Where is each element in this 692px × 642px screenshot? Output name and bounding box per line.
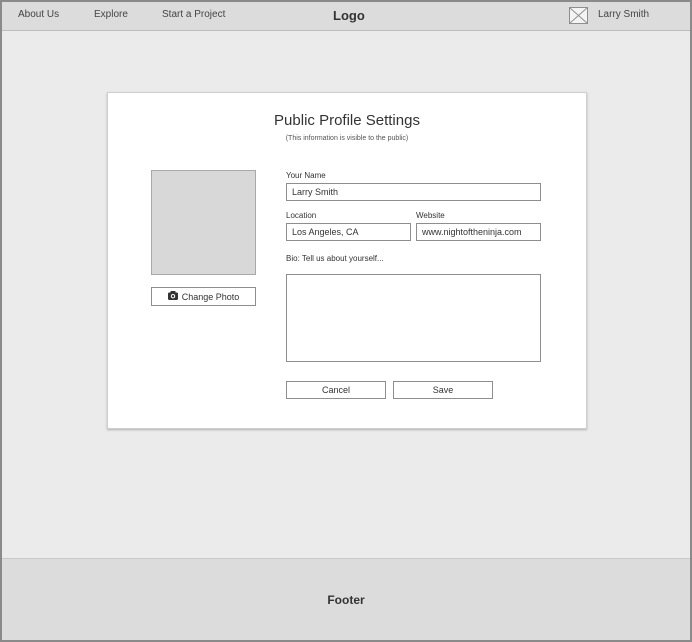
page-frame: About Us Explore Start a Project Logo La… xyxy=(0,0,692,642)
nav-link-explore[interactable]: Explore xyxy=(94,9,128,20)
image-placeholder-icon xyxy=(570,8,587,23)
profile-photo-placeholder xyxy=(151,170,256,275)
bio-textarea[interactable] xyxy=(286,274,541,362)
website-label: Website xyxy=(416,211,445,220)
cancel-button[interactable]: Cancel xyxy=(286,381,386,399)
nav-link-start-a-project[interactable]: Start a Project xyxy=(162,9,225,20)
page-title: Public Profile Settings xyxy=(274,112,420,129)
save-button[interactable]: Save xyxy=(393,381,493,399)
user-name-link[interactable]: Larry Smith xyxy=(598,9,649,20)
profile-settings-card: Public Profile Settings (This informatio… xyxy=(107,92,587,429)
top-navigation-bar: About Us Explore Start a Project Logo La… xyxy=(2,2,690,31)
bio-label: Bio: Tell us about yourself... xyxy=(286,254,384,263)
name-input[interactable] xyxy=(286,183,541,201)
website-input[interactable] xyxy=(416,223,541,241)
logo[interactable]: Logo xyxy=(333,8,365,23)
location-input[interactable] xyxy=(286,223,411,241)
change-photo-label: Change Photo xyxy=(181,291,240,302)
user-avatar[interactable] xyxy=(569,7,588,24)
name-label: Your Name xyxy=(286,171,326,180)
nav-link-about-us[interactable]: About Us xyxy=(18,9,59,20)
footer-label: Footer xyxy=(327,593,365,607)
page-subtitle: (This information is visible to the publ… xyxy=(285,135,409,142)
camera-icon xyxy=(167,291,178,300)
change-photo-button[interactable]: Change Photo xyxy=(151,287,256,306)
footer: Footer xyxy=(2,558,690,640)
location-label: Location xyxy=(286,211,317,220)
